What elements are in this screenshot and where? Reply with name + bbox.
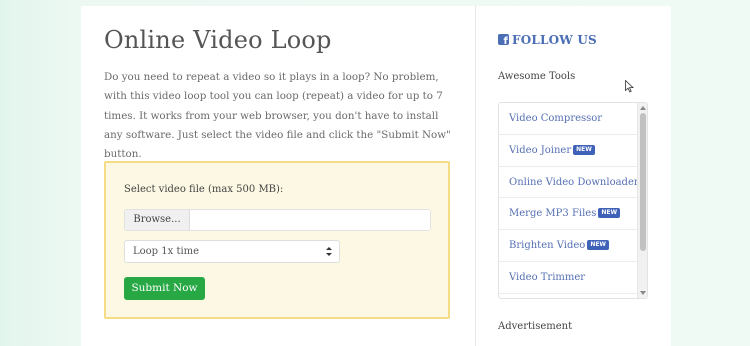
column-divider — [475, 6, 476, 346]
tool-link[interactable]: Online Video Downloader — [499, 167, 639, 199]
new-badge: NEW — [587, 240, 610, 251]
intro-text: Do you need to repeat a video so it play… — [104, 71, 451, 161]
follow-us-link[interactable]: FOLLOW US — [498, 33, 597, 47]
tools-scrollbar[interactable] — [637, 103, 647, 298]
tools-list-box[interactable]: Video Compressor Video Joiner NEW Online Vi… — [498, 102, 648, 299]
loop-count-select[interactable]: Loop 1x time — [124, 240, 340, 263]
upload-label: Select video file (max 500 MB): — [124, 184, 284, 195]
tool-link-label: Merge MP3 Files — [509, 208, 597, 220]
tool-link-label: Video Joiner — [509, 144, 572, 156]
tool-link[interactable]: Video Joiner NEW — [499, 135, 637, 167]
page-title: Online Video Loop — [104, 26, 332, 54]
scroll-down-icon[interactable] — [640, 291, 646, 295]
tool-link-label: Brighten Video — [509, 240, 586, 252]
new-badge: NEW — [573, 144, 595, 155]
facebook-icon — [498, 34, 509, 47]
select-arrows-icon — [326, 247, 332, 256]
tool-link-label: Online Video Downloader — [509, 176, 639, 188]
tool-link[interactable]: Brighten Video NEW — [499, 230, 637, 262]
tool-link-label: Video Trimmer — [509, 271, 586, 283]
tools-list: Video Compressor Video Joiner NEW Online Vi… — [499, 103, 639, 294]
scroll-up-icon[interactable] — [640, 106, 646, 110]
submit-now-button[interactable]: Submit Now — [124, 277, 205, 300]
tool-link[interactable]: Merge MP3 Files NEW — [499, 198, 637, 231]
new-badge: NEW — [598, 208, 621, 219]
tool-link[interactable]: Video Trimmer — [499, 262, 637, 294]
awesome-tools-heading: Awesome Tools — [498, 71, 576, 82]
tool-link-label: Video Compressor — [509, 113, 603, 124]
mouse-cursor-icon — [625, 80, 634, 93]
follow-us-label: FOLLOW US — [512, 33, 597, 47]
browse-button[interactable]: Browse... — [125, 210, 190, 230]
scroll-thumb[interactable] — [640, 113, 646, 251]
video-file-input[interactable]: Browse... — [124, 209, 431, 231]
advertisement-label: Advertisement — [498, 321, 573, 332]
tool-link[interactable]: Video Compressor — [499, 103, 637, 135]
loop-count-value: Loop 1x time — [133, 246, 200, 257]
